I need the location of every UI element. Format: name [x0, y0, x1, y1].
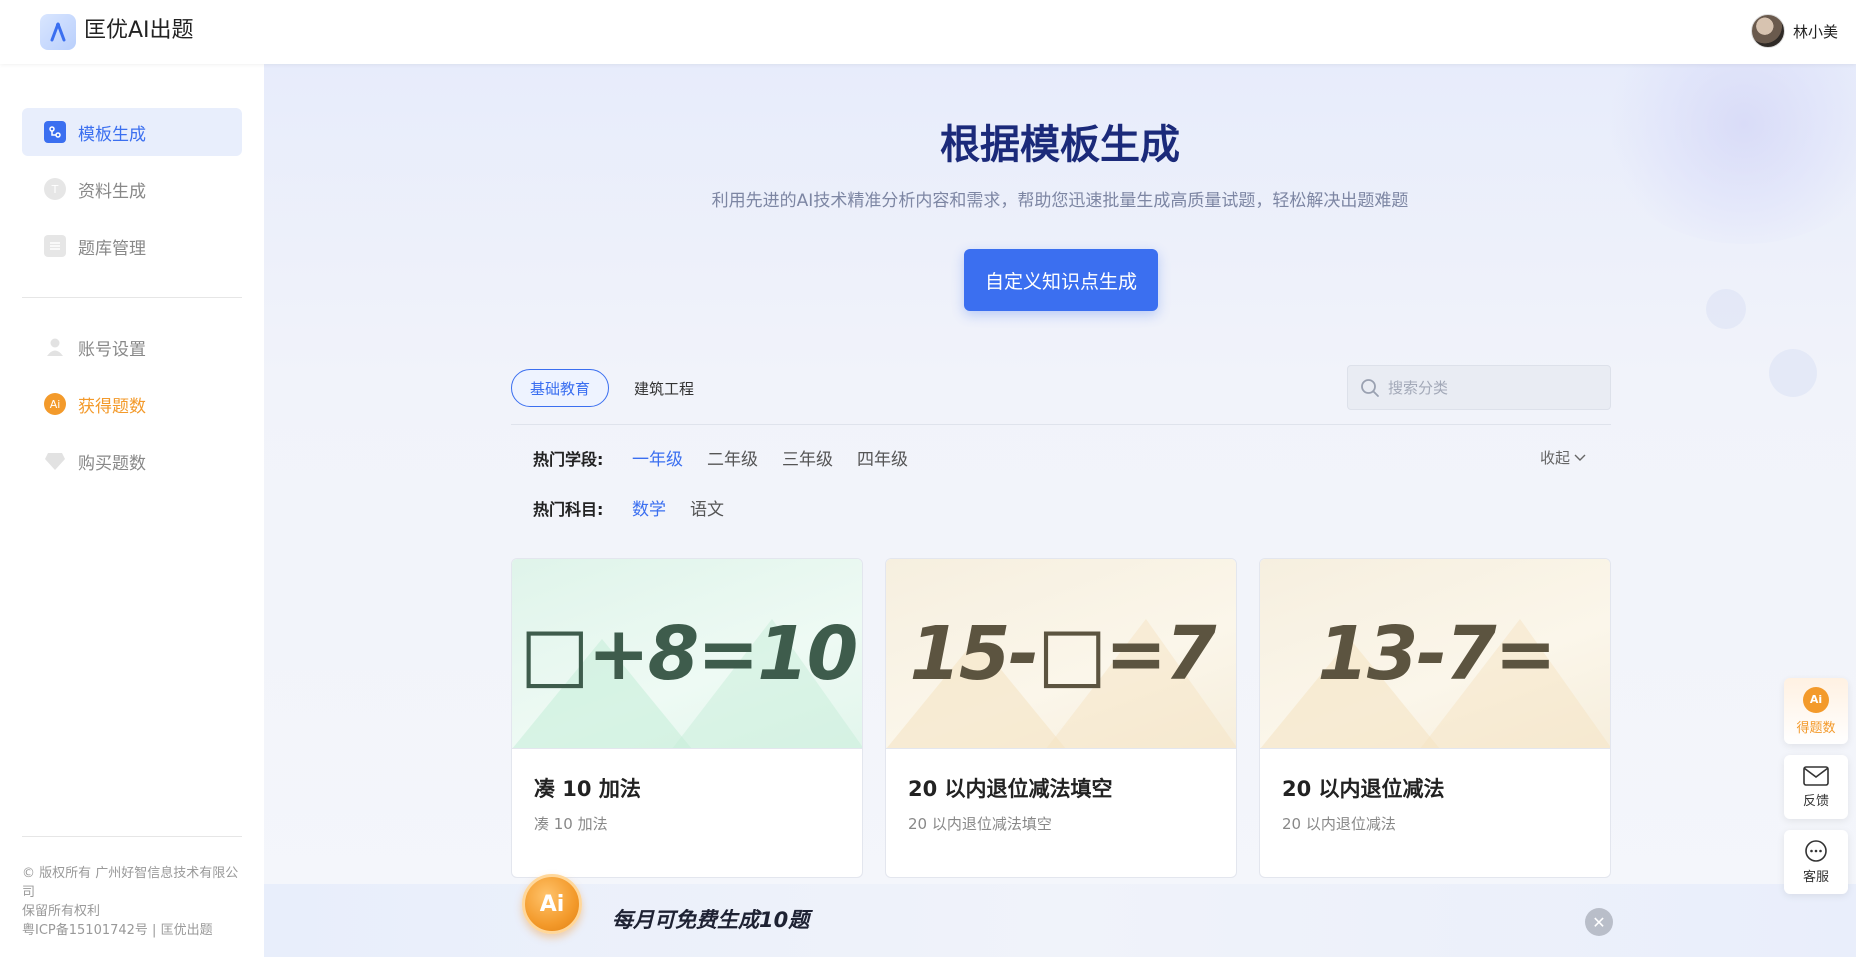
float-label: 得题数	[1796, 720, 1836, 736]
template-card[interactable]: 15-□=7 20 以内退位减法填空 20 以内退位减法填空	[885, 558, 1237, 878]
mail-icon	[1803, 765, 1829, 786]
copyright-text: © 版权所有 广州好智信息技术有限公司 保留所有权利 粤ICP备15101742…	[22, 864, 244, 940]
promo-text: 每月可免费生成10题	[612, 908, 810, 932]
ai-coin-icon: Ai	[44, 393, 66, 415]
user-icon	[44, 336, 66, 358]
decor-bubble	[1706, 289, 1746, 329]
copyright-line: © 版权所有 广州好智信息技术有限公司	[22, 866, 239, 900]
card-title: 20 以内退位减法填空	[908, 777, 1113, 801]
subject-option[interactable]: 数学	[632, 495, 666, 520]
database-icon	[44, 235, 66, 257]
sidebar-item-label: 购买题数	[78, 453, 146, 474]
avatar[interactable]	[1750, 14, 1785, 48]
decor-bubble	[1769, 349, 1817, 397]
custom-generate-button[interactable]: 自定义知识点生成	[964, 249, 1158, 311]
subject-option[interactable]: 语文	[690, 495, 724, 520]
sidebar-item-bank[interactable]: 题库管理	[22, 222, 242, 270]
float-label: 客服	[1802, 869, 1829, 885]
float-label: 反馈	[1802, 793, 1829, 809]
search-box[interactable]	[1347, 365, 1611, 410]
card-formula: 13-7=	[1317, 610, 1556, 697]
customer-service-float-button[interactable]: 客服	[1784, 830, 1848, 894]
grade-option[interactable]: 二年级	[707, 445, 758, 470]
sidebar-item-get-credits[interactable]: Ai 获得题数	[22, 380, 242, 428]
text-icon: T	[44, 178, 66, 200]
close-icon[interactable]: ✕	[1585, 908, 1613, 936]
sidebar-item-label: 模板生成	[78, 124, 146, 145]
search-icon	[1361, 378, 1379, 397]
card-title: 20 以内退位减法	[1282, 777, 1445, 801]
card-image: □+8=10	[512, 559, 862, 749]
grade-option[interactable]: 四年级	[857, 445, 908, 470]
promo-banner: Ai 每月可免费生成10题 ✕	[264, 874, 1856, 957]
sidebar-item-label: 题库管理	[78, 238, 146, 259]
app-title[interactable]: 匡优AI出题	[84, 16, 194, 46]
top-header: 匡优AI出题 林小美	[0, 0, 1856, 64]
sidebar-item-buy-credits[interactable]: 购买题数	[22, 437, 242, 485]
card-formula: □+8=10	[519, 610, 858, 697]
card-description: 20 以内退位减法	[1282, 815, 1396, 833]
template-card[interactable]: □+8=10 凑 10 加法 凑 10 加法	[511, 558, 863, 878]
card-image: 15-□=7	[886, 559, 1236, 749]
sidebar-item-template[interactable]: 模板生成	[22, 108, 242, 156]
subject-filter-label: 热门科目:	[533, 500, 604, 519]
card-description: 凑 10 加法	[534, 815, 608, 833]
chat-icon	[1805, 839, 1827, 862]
sidebar-divider	[22, 297, 242, 298]
page-subtitle: 利用先进的AI技术精准分析内容和需求，帮助您迅速批量生成高质量试题，轻松解决出题…	[711, 191, 1409, 211]
search-input[interactable]	[1388, 378, 1588, 397]
rights-line: 保留所有权利	[22, 904, 101, 919]
tab-divider	[511, 424, 1611, 425]
page-title: 根据模板生成	[940, 122, 1180, 168]
template-icon	[44, 121, 66, 143]
tab-construction[interactable]: 建筑工程	[624, 369, 704, 407]
card-formula: 15-□=7	[909, 610, 1216, 697]
grade-option[interactable]: 一年级	[632, 445, 683, 470]
grade-option[interactable]: 三年级	[782, 445, 833, 470]
card-description: 20 以内退位减法填空	[908, 815, 1052, 833]
sidebar: 模板生成 T 资料生成 题库管理 账号设置 Ai 获得题数 购买题数 © 版权所…	[0, 64, 264, 957]
template-card[interactable]: 13-7= 20 以内退位减法 20 以内退位减法	[1259, 558, 1611, 878]
card-image: 13-7=	[1260, 559, 1610, 749]
ai-coin-icon: Ai	[1803, 686, 1829, 713]
grade-filter-label: 热门学段:	[533, 450, 604, 469]
collapse-label: 收起	[1540, 449, 1571, 467]
ai-coin-icon: Ai	[522, 874, 582, 934]
user-name[interactable]: 林小美	[1793, 21, 1838, 42]
sidebar-item-label: 资料生成	[78, 181, 146, 202]
feedback-float-button[interactable]: 反馈	[1784, 755, 1848, 819]
card-title: 凑 10 加法	[534, 777, 641, 801]
icp-link[interactable]: 粤ICP备15101742号 | 匡优出题	[22, 921, 244, 940]
main-content: 根据模板生成 利用先进的AI技术精准分析内容和需求，帮助您迅速批量生成高质量试题…	[264, 64, 1856, 957]
sidebar-footer-divider	[22, 836, 242, 837]
sidebar-item-material[interactable]: T 资料生成	[22, 165, 242, 213]
chevron-down-icon	[1574, 454, 1586, 461]
tab-basic-education[interactable]: 基础教育	[511, 369, 609, 407]
user-menu[interactable]: 林小美	[1750, 14, 1838, 48]
sidebar-item-label: 获得题数	[78, 396, 146, 417]
collapse-toggle[interactable]: 收起	[1540, 447, 1586, 468]
diamond-icon	[44, 450, 66, 472]
app-logo-icon[interactable]	[40, 14, 76, 50]
sidebar-item-account[interactable]: 账号设置	[22, 323, 242, 371]
get-credits-float-button[interactable]: Ai 得题数	[1784, 678, 1848, 744]
sidebar-item-label: 账号设置	[78, 339, 146, 360]
